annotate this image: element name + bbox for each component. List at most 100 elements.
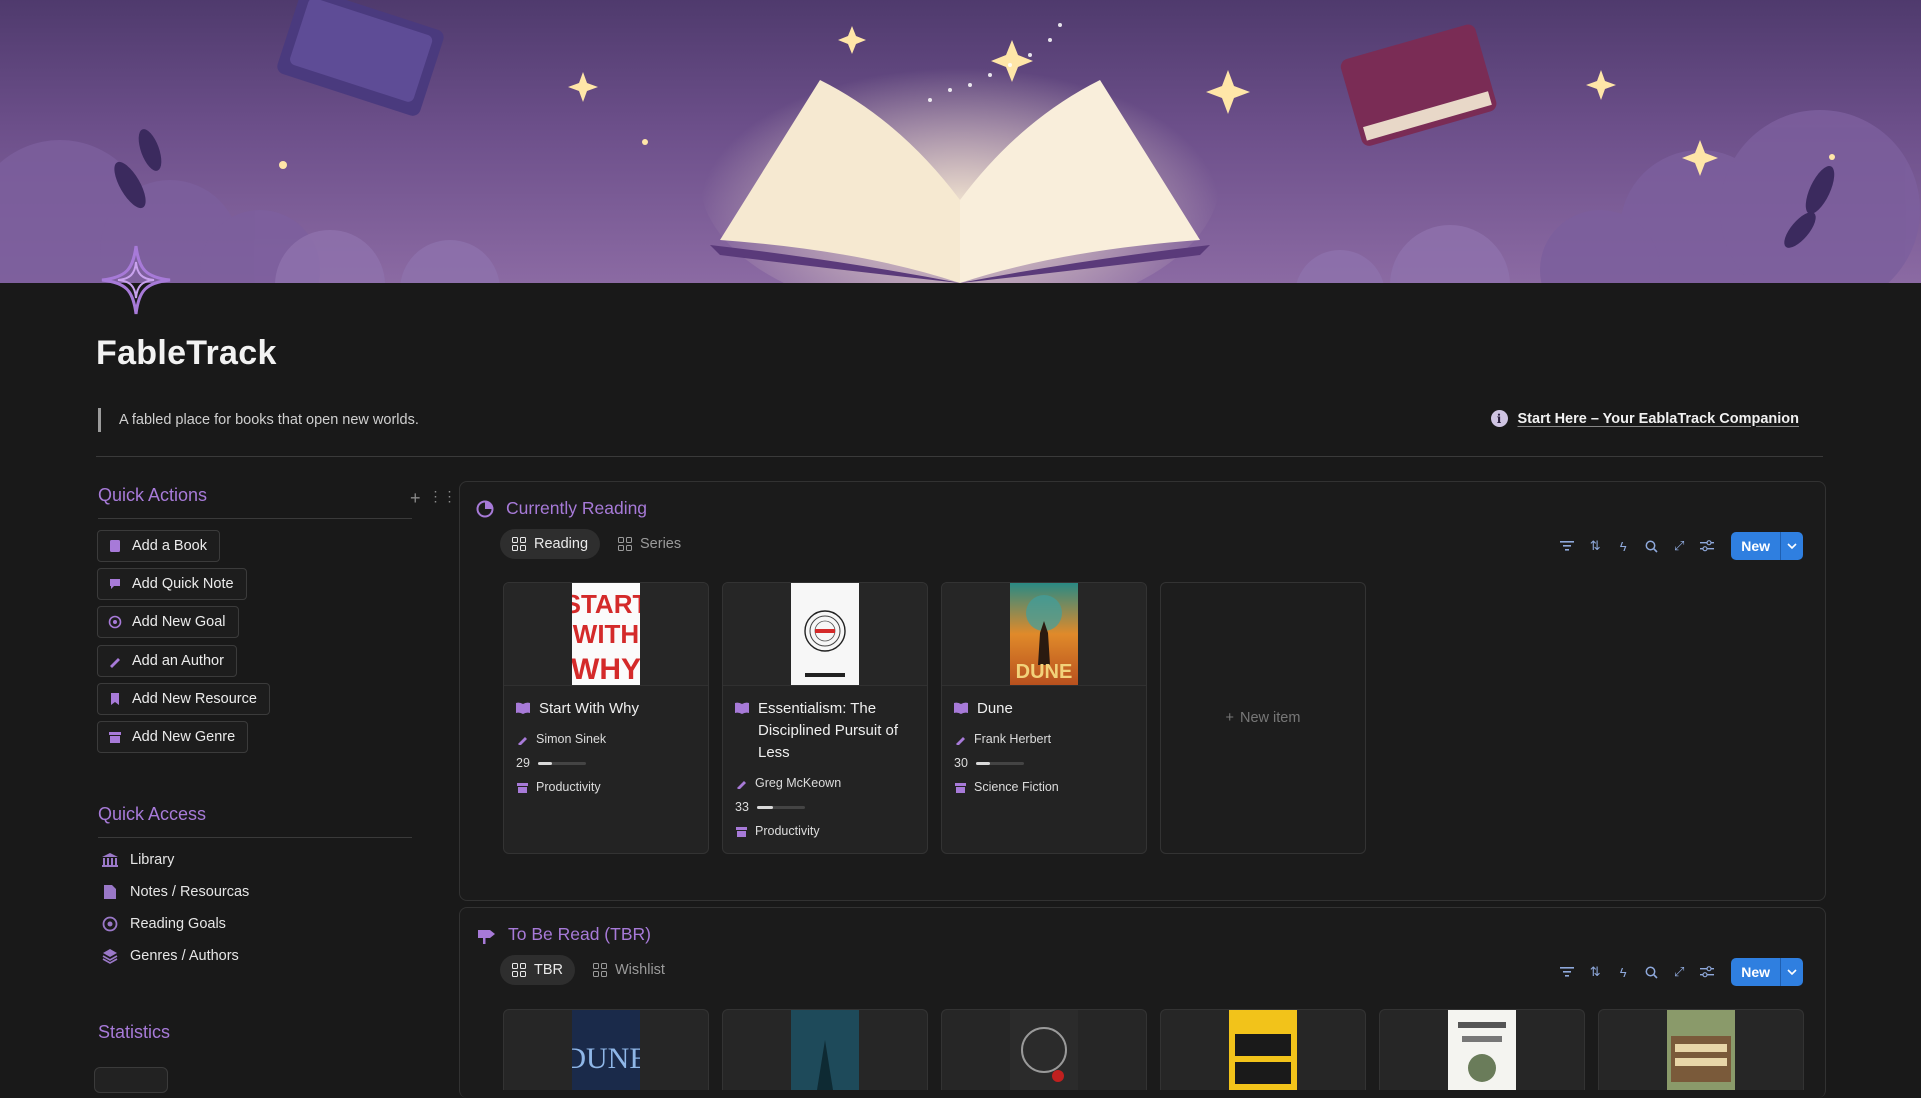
quick-actions-rule <box>98 518 412 519</box>
settings-icon[interactable] <box>1699 964 1715 980</box>
dune-cover: DUNE <box>572 1010 640 1090</box>
progress-value: 30 <box>954 756 968 770</box>
tbr-book-card[interactable] <box>941 1009 1147 1090</box>
book-card[interactable]: START WITH WHY Start With Why Simon Sine… <box>503 582 709 854</box>
tbr-toolbar: ⇅ ϟ ⤢ New <box>1559 958 1803 986</box>
settings-icon[interactable] <box>1699 538 1715 554</box>
sort-icon[interactable]: ⇅ <box>1587 964 1603 980</box>
book-card[interactable]: DUNE Dune Frank Herbert 30 Science Ficti… <box>941 582 1147 854</box>
search-icon[interactable] <box>1643 964 1659 980</box>
add-new-goal-button[interactable]: Add New Goal <box>97 606 239 638</box>
tbr-panel: To Be Read (TBR) TBR Wishlist ⇅ ϟ ⤢ New … <box>459 907 1826 1098</box>
tab-wishlist[interactable]: Wishlist <box>581 955 677 985</box>
tbr-title[interactable]: To Be Read (TBR) <box>476 924 651 945</box>
add-book-button[interactable]: Add a Book <box>97 530 220 562</box>
archive-icon <box>108 730 122 744</box>
add-author-label: Add an Author <box>132 653 224 669</box>
tab-wishlist-label: Wishlist <box>615 962 665 978</box>
progress-value: 29 <box>516 756 530 770</box>
pen-icon <box>735 778 747 789</box>
drag-handle-icon[interactable]: ⋮⋮ <box>429 488 457 509</box>
gallery-icon <box>512 537 526 551</box>
book-genre: Productivity <box>536 780 601 794</box>
svg-text:WITH: WITH <box>573 619 639 649</box>
start-here-label: Start Here – Your EablaTrack Companion <box>1517 410 1800 427</box>
progress-fill <box>537 761 552 765</box>
sort-icon[interactable]: ⇅ <box>1587 538 1603 554</box>
statistics-chip[interactable] <box>94 1067 168 1093</box>
start-here-link[interactable]: i Start Here – Your EablaTrack Companion <box>1490 410 1800 427</box>
archive-icon <box>516 782 528 793</box>
expand-icon[interactable]: ⤢ <box>1671 964 1687 980</box>
lightning-icon[interactable]: ϟ <box>1615 964 1631 980</box>
info-icon: i <box>1490 410 1508 427</box>
cover-banner <box>0 0 1921 283</box>
deep-work-cover <box>1229 1010 1297 1090</box>
tagline-quote: A fabled place for books that open new w… <box>98 408 419 432</box>
library-icon <box>100 850 120 870</box>
add-icon[interactable]: + <box>410 488 421 509</box>
add-quick-note-button[interactable]: Add Quick Note <box>97 568 247 600</box>
cover-illustration <box>0 0 1920 283</box>
tab-reading-label: Reading <box>534 536 589 552</box>
expand-icon[interactable]: ⤢ <box>1671 538 1687 554</box>
book-icon <box>108 539 122 553</box>
new-button-label: New <box>1741 964 1770 980</box>
add-new-resource-button[interactable]: Add New Resource <box>97 683 270 715</box>
open-book-icon <box>954 702 968 714</box>
pie-chart-icon <box>476 500 494 517</box>
add-author-button[interactable]: Add an Author <box>97 645 237 677</box>
layers-icon <box>100 946 120 966</box>
book-title: Essentialism: The Disciplined Pursuit of… <box>758 700 899 761</box>
quick-access-reading-goals[interactable]: Reading Goals <box>100 914 226 934</box>
tab-tbr-label: TBR <box>534 962 563 978</box>
quick-access-library[interactable]: Library <box>100 850 174 870</box>
quick-access-genres-authors[interactable]: Genres / Authors <box>100 946 239 966</box>
add-new-genre-button[interactable]: Add New Genre <box>97 721 249 753</box>
chat-icon <box>108 577 122 591</box>
tbr-book-card[interactable] <box>1160 1009 1366 1090</box>
new-button[interactable]: New <box>1731 958 1803 986</box>
chevron-down-icon[interactable] <box>1780 532 1803 560</box>
document-icon <box>100 882 120 902</box>
currently-reading-toolbar: ⇅ ϟ ⤢ New <box>1559 532 1803 560</box>
tab-tbr[interactable]: TBR <box>500 955 575 985</box>
book-card[interactable]: Essentialism: The Disciplined Pursuit of… <box>722 582 928 854</box>
book-title: Dune <box>977 700 1013 717</box>
notes-label: Notes / Resourcas <box>130 884 250 900</box>
currently-reading-title[interactable]: Currently Reading <box>476 498 647 519</box>
target-icon <box>100 914 120 934</box>
quick-access-rule <box>98 837 412 838</box>
filter-icon[interactable] <box>1559 964 1575 980</box>
your-money-cover <box>1667 1010 1735 1090</box>
essentialism-cover <box>791 583 859 685</box>
tab-series[interactable]: Series <box>606 529 693 559</box>
tbr-book-card[interactable] <box>722 1009 928 1090</box>
progress: 30 <box>954 756 1146 770</box>
tab-reading[interactable]: Reading <box>500 529 601 559</box>
sparkle-page-icon <box>101 245 171 315</box>
quick-access-notes[interactable]: Notes / Resourcas <box>100 882 249 902</box>
gallery-icon <box>593 963 607 977</box>
search-icon[interactable] <box>1643 538 1659 554</box>
book-genre: Productivity <box>755 824 820 838</box>
statistics-heading: Statistics <box>98 1022 171 1042</box>
new-button-label: New <box>1741 538 1770 554</box>
target-icon <box>108 615 122 629</box>
psychology-of-money-cover <box>1448 1010 1516 1090</box>
tbr-book-card[interactable] <box>1379 1009 1585 1090</box>
lightning-icon[interactable]: ϟ <box>1615 538 1631 554</box>
circe-cover <box>1010 1010 1078 1090</box>
filter-icon[interactable] <box>1559 538 1575 554</box>
chevron-down-icon[interactable] <box>1780 958 1803 986</box>
new-item-label: New item <box>1240 710 1301 726</box>
plus-icon: + <box>1225 710 1235 726</box>
new-button[interactable]: New <box>1731 532 1803 560</box>
pen-icon <box>954 734 966 745</box>
tbr-tabs: TBR Wishlist <box>500 955 677 985</box>
tbr-book-card[interactable]: DUNE <box>503 1009 709 1090</box>
tbr-book-card[interactable] <box>1598 1009 1804 1090</box>
new-item-button[interactable]: + New item <box>1160 582 1366 854</box>
add-new-genre-label: Add New Genre <box>132 729 236 745</box>
add-new-goal-label: Add New Goal <box>132 614 226 630</box>
